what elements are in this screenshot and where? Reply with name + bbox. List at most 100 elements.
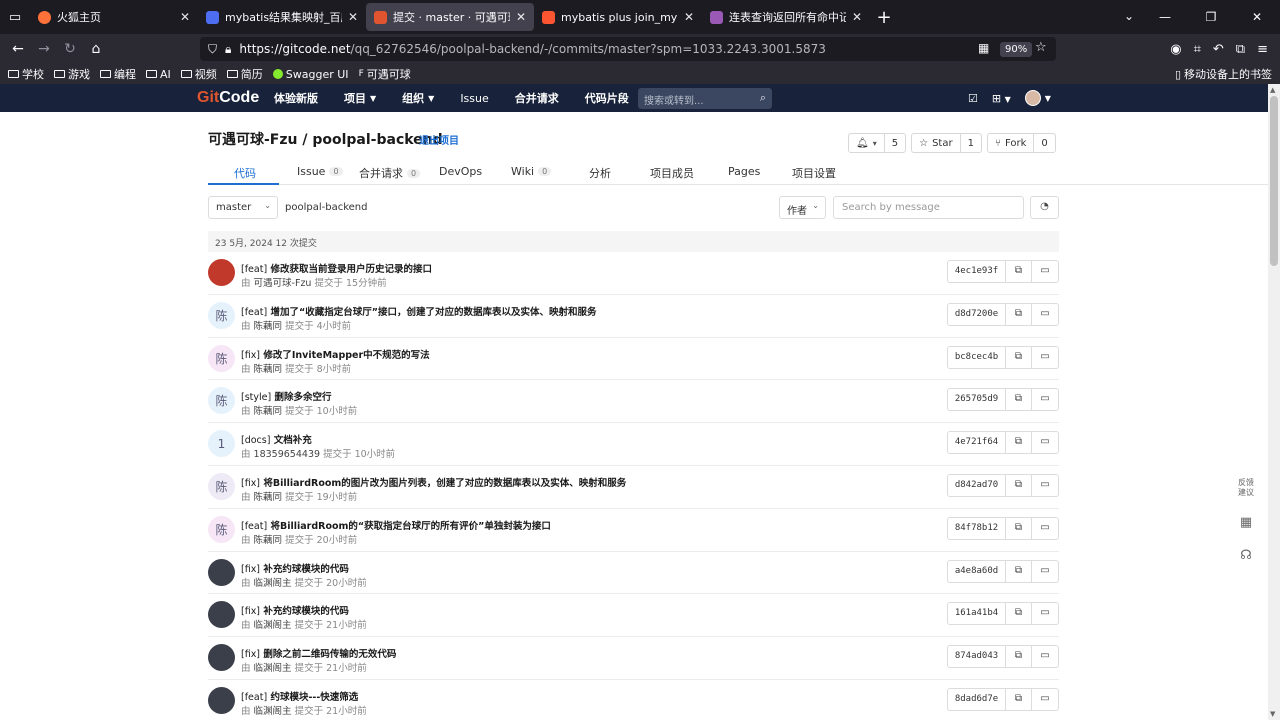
tab-members[interactable]: 项目成员 <box>650 165 694 181</box>
tab-settings[interactable]: 项目设置 <box>792 165 836 181</box>
avatar[interactable]: 陈 <box>208 472 235 500</box>
browse-files-folder-icon[interactable]: ▭ <box>1032 687 1059 711</box>
commit-author[interactable]: 可遇可球-Fzu <box>254 278 312 289</box>
copy-sha-icon[interactable]: ⧉ <box>1006 260 1032 283</box>
tab-merge-requests[interactable]: 合并请求 0 <box>359 165 421 181</box>
commit-sha[interactable]: 4e721f64 <box>947 431 1006 455</box>
commit-author[interactable]: 18359654439 <box>254 449 321 460</box>
browse-files-folder-icon[interactable]: ▭ <box>1032 645 1059 669</box>
avatar[interactable] <box>208 686 235 714</box>
browse-files-folder-icon[interactable]: ▭ <box>1032 388 1059 412</box>
bookmark-folder[interactable]: 视频 <box>180 66 217 82</box>
avatar[interactable]: 陈 <box>208 387 235 415</box>
avatar[interactable] <box>208 644 235 672</box>
commit-sha[interactable]: 84f78b12 <box>947 516 1006 540</box>
tab-wiki[interactable]: Wiki 0 <box>511 165 552 178</box>
global-search-input[interactable]: 搜索或转到... ⌕ <box>638 88 772 109</box>
crop-icon[interactable]: ⌗ <box>1194 42 1201 57</box>
undo-icon[interactable]: ↶ <box>1213 42 1224 57</box>
browser-tab-4[interactable]: mybatis plus join_mybatis-pl ✕ <box>534 0 702 34</box>
qr-code-icon[interactable]: ▦ <box>1240 515 1252 530</box>
account-icon[interactable]: ◉ <box>1170 42 1181 57</box>
nav-merge-requests[interactable]: 合并请求 <box>515 90 559 106</box>
bookmark-folder[interactable]: 游戏 <box>54 66 90 82</box>
scrollbar[interactable]: ▲ ▼ <box>1268 84 1280 720</box>
tab-overview-icon[interactable]: ▭ <box>0 0 30 34</box>
headset-icon[interactable]: ☊ <box>1240 548 1252 563</box>
commit-sha[interactable]: 265705d9 <box>947 388 1006 412</box>
avatar[interactable]: 陈 <box>208 301 235 329</box>
commit-title[interactable]: [style] 删除多余空行 <box>241 389 332 403</box>
commit-author[interactable]: 临渊阁主 <box>254 706 292 717</box>
commit-author[interactable]: 临渊阁主 <box>254 663 292 674</box>
new-tab-button[interactable]: + <box>870 7 898 28</box>
commit-author[interactable]: 陈藕同 <box>254 364 283 375</box>
branch-selector[interactable]: master ⌄ <box>208 196 278 219</box>
bookmark-folder[interactable]: AI <box>146 68 171 81</box>
commit-author[interactable]: 陈藕同 <box>254 321 283 332</box>
forward-arrow-icon[interactable]: → <box>31 41 57 57</box>
bookmark-star-icon[interactable]: ☆ <box>1035 40 1047 55</box>
bookmark-folder[interactable]: 编程 <box>100 66 136 82</box>
avatar[interactable]: 陈 <box>208 344 235 372</box>
nav-snippets[interactable]: 代码片段 <box>585 90 629 106</box>
mobile-bookmarks[interactable]: ▯ 移动设备上的书签 <box>1175 66 1272 82</box>
commit-search-input[interactable]: Search by message <box>833 196 1024 219</box>
bookmark-folder[interactable]: 简历 <box>226 66 263 82</box>
commit-title[interactable]: [feat] 将BilliardRoom的“获取指定台球厅的所有评价”单独封装为… <box>241 518 551 532</box>
avatar[interactable] <box>208 558 235 586</box>
nav-projects[interactable]: 项目 ▼ <box>344 90 376 106</box>
commit-title[interactable]: [fix] 修改了InviteMapper中不规范的写法 <box>241 347 430 361</box>
browse-files-folder-icon[interactable]: ▭ <box>1032 559 1059 583</box>
close-tab-icon[interactable]: ✕ <box>180 10 190 24</box>
scroll-up-icon[interactable]: ▲ <box>1270 86 1275 94</box>
nav-issue[interactable]: Issue <box>460 92 488 105</box>
commit-title[interactable]: [feat] 约球模块---快速筛选 <box>241 689 358 703</box>
shield-icon[interactable]: ⛉ <box>208 42 217 57</box>
bookmark-link[interactable]: Swagger UI <box>272 68 349 81</box>
copy-sha-icon[interactable]: ⧉ <box>1006 602 1032 626</box>
browse-files-folder-icon[interactable]: ▭ <box>1032 302 1059 326</box>
avatar[interactable]: 1 <box>208 430 235 458</box>
close-tab-icon[interactable]: ✕ <box>684 10 694 24</box>
avatar[interactable] <box>208 259 235 286</box>
browse-files-folder-icon[interactable]: ▭ <box>1032 260 1059 283</box>
fork-button[interactable]: ⑂ Fork 0 <box>986 133 1056 153</box>
nav-groups[interactable]: 组织 ▼ <box>402 90 434 106</box>
browse-files-folder-icon[interactable]: ▭ <box>1032 345 1059 369</box>
close-window-icon[interactable]: ✕ <box>1234 10 1280 24</box>
copy-sha-icon[interactable]: ⧉ <box>1006 687 1032 711</box>
app-menu-icon[interactable]: ≡ <box>1257 42 1268 57</box>
commit-title[interactable]: [fix] 补充约球模块的代码 <box>241 561 349 575</box>
minimize-icon[interactable]: — <box>1142 10 1188 24</box>
commit-sha[interactable]: 874ad043 <box>947 645 1006 669</box>
commit-sha[interactable]: a4e8a60d <box>947 559 1006 583</box>
commit-title[interactable]: [docs] 文档补充 <box>241 432 312 446</box>
user-menu[interactable]: ▼ <box>1024 90 1051 106</box>
copy-sha-icon[interactable]: ⧉ <box>1006 473 1032 497</box>
copy-sha-icon[interactable]: ⧉ <box>1006 516 1032 540</box>
home-icon[interactable]: ⌂ <box>83 41 109 57</box>
copy-sha-icon[interactable]: ⧉ <box>1006 302 1032 326</box>
qr-code-icon[interactable]: ▦ <box>978 41 989 55</box>
tab-issue[interactable]: Issue 0 <box>297 165 343 178</box>
copy-sha-icon[interactable]: ⧉ <box>1006 388 1032 412</box>
scroll-down-icon[interactable]: ▼ <box>1270 710 1275 718</box>
notification-button[interactable]: 🔔︎ ▾ 5 <box>848 133 907 153</box>
commit-author[interactable]: 陈藕同 <box>254 406 283 417</box>
extensions-icon[interactable]: ⧉ <box>1236 42 1245 57</box>
list-tabs-chevron-icon[interactable]: ⌄ <box>1124 9 1134 23</box>
scroll-thumb[interactable] <box>1270 96 1278 266</box>
commit-author[interactable]: 临渊阁主 <box>254 578 292 589</box>
avatar[interactable]: 陈 <box>208 515 235 543</box>
todo-checkbox-icon[interactable]: ☑ <box>968 92 978 105</box>
url-bar[interactable]: ⛉ 🔒︎ https://gitcode.net/qq_62762546/poo… <box>200 37 1056 61</box>
exit-project-link[interactable]: 退出项目 <box>419 132 459 147</box>
bookmark-folder[interactable]: 学校 <box>8 66 44 82</box>
browse-files-folder-icon[interactable]: ▭ <box>1032 602 1059 626</box>
commit-title[interactable]: [feat] 修改获取当前登录用户历史记录的接口 <box>241 261 432 275</box>
browse-files-folder-icon[interactable]: ▭ <box>1032 516 1059 540</box>
commit-sha[interactable]: 161a41b4 <box>947 602 1006 626</box>
close-tab-icon[interactable]: ✕ <box>348 10 358 24</box>
copy-sha-icon[interactable]: ⧉ <box>1006 345 1032 369</box>
